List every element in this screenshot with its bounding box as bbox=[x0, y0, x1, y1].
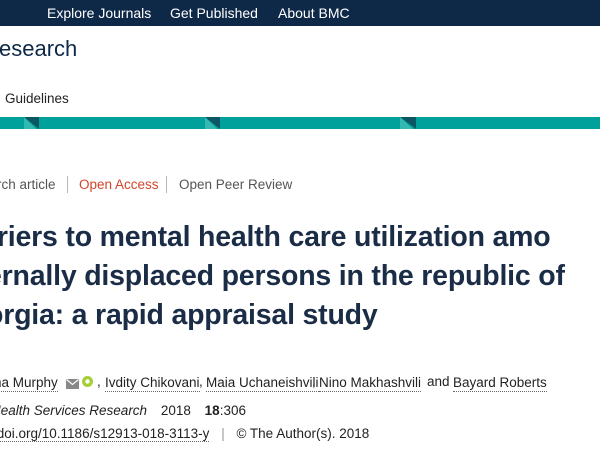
copyright-notice: © The Author(s). 2018 bbox=[236, 426, 370, 441]
author-conjunction: and bbox=[427, 374, 450, 389]
article-number: :306 bbox=[219, 403, 246, 418]
title-line: rriers to mental health care utilization… bbox=[0, 221, 551, 253]
nav-about-bmc[interactable]: About BMC bbox=[278, 5, 350, 21]
publication-year: 2018 bbox=[160, 403, 191, 418]
author-separator: , bbox=[312, 374, 316, 389]
decorative-teal-band bbox=[0, 117, 600, 129]
journal-brand-title[interactable]: esearch bbox=[0, 36, 77, 62]
envelope-icon[interactable] bbox=[66, 377, 79, 392]
volume-number: 18 bbox=[204, 403, 220, 418]
author-link[interactable]: Maia Uchaneishvili bbox=[206, 374, 319, 392]
title-line: orgia: a rapid appraisal study bbox=[0, 299, 378, 331]
meta-divider bbox=[166, 176, 167, 193]
author-link[interactable]: Nino Makhashvili bbox=[319, 374, 422, 392]
author-link[interactable]: Ivdity Chikovani bbox=[105, 374, 200, 392]
author-separator: , bbox=[199, 374, 203, 389]
author-separator: , bbox=[97, 374, 101, 389]
doi-link[interactable]: /doi.org/10.1186/s12913-018-3113-y bbox=[0, 426, 210, 442]
title-line: ernally displaced persons in the republi… bbox=[0, 260, 565, 292]
open-access-badge[interactable]: Open Access bbox=[79, 177, 159, 192]
nav-explore-journals[interactable]: Explore Journals bbox=[47, 5, 151, 21]
author-link[interactable]: na Murphy bbox=[0, 374, 58, 392]
open-peer-review-link[interactable]: Open Peer Review bbox=[179, 177, 292, 192]
article-title: rriers to mental health care utilization… bbox=[0, 218, 600, 335]
nav-get-published[interactable]: Get Published bbox=[170, 5, 258, 21]
article-type-label: rch article bbox=[0, 177, 56, 192]
author-link[interactable]: Bayard Roberts bbox=[453, 374, 547, 392]
doi-separator: | bbox=[221, 426, 225, 441]
doi-copyright-line: /doi.org/10.1186/s12913-018-3113-y | © T… bbox=[0, 426, 370, 442]
author-list: na Murphy , Ivdity Chikovani , Maia Ucha… bbox=[0, 374, 600, 396]
meta-divider bbox=[67, 176, 68, 193]
top-navigation-bar: Explore Journals Get Published About BMC bbox=[0, 0, 600, 26]
subnav-guidelines[interactable]: Guidelines bbox=[5, 91, 69, 106]
orcid-icon[interactable] bbox=[82, 375, 93, 390]
citation-line: Health Services Research 2018 18:306 bbox=[0, 403, 246, 418]
journal-name[interactable]: Health Services Research bbox=[0, 403, 147, 418]
